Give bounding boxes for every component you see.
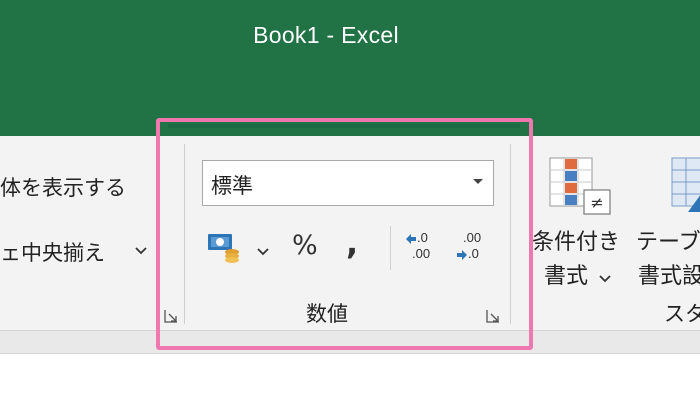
styles-group-label: スタ (664, 302, 700, 326)
svg-text:≠: ≠ (590, 193, 603, 212)
show-all-button[interactable]: 体を表示する (0, 172, 126, 202)
conditional-formatting-label-2: 書式 (544, 258, 611, 290)
chevron-down-icon (135, 247, 147, 255)
title-bar: Book1 - Excel (0, 0, 700, 136)
format-as-table-icon (671, 157, 700, 212)
highlight-box (156, 118, 533, 350)
format-as-table-label-2: 書式設 (638, 264, 700, 289)
worksheet-area[interactable] (0, 355, 700, 394)
merge-center-button[interactable]: ェ中央揃え (0, 237, 105, 267)
conditional-formatting-button[interactable]: ≠ (548, 156, 614, 222)
merge-center-dropdown[interactable] (135, 240, 147, 259)
chevron-down-icon (599, 275, 611, 283)
format-as-table-label: テーブル (636, 230, 700, 255)
conditional-formatting-text: 書式 (544, 264, 589, 289)
conditional-formatting-icon: ≠ (549, 157, 611, 215)
format-as-table-button[interactable] (670, 156, 700, 220)
window-title: Book1 - Excel (253, 22, 399, 48)
conditional-formatting-label: 条件付き (532, 230, 621, 255)
